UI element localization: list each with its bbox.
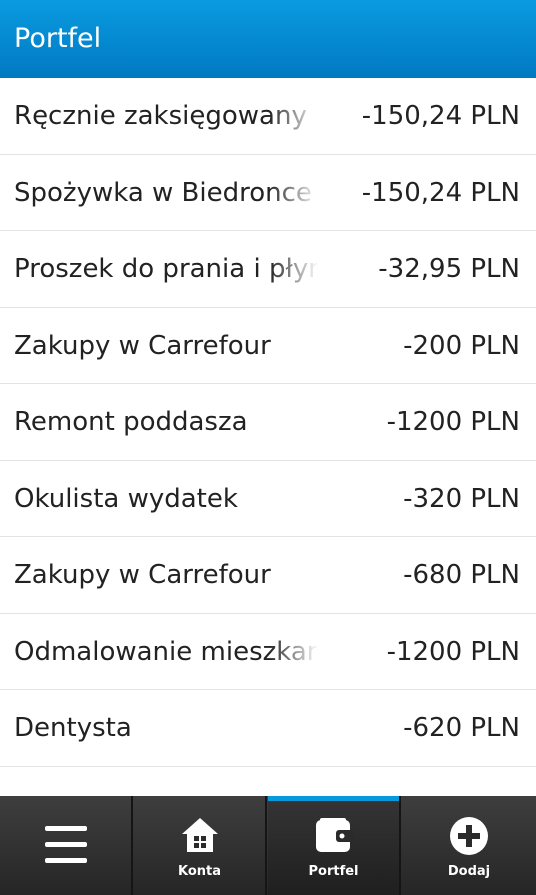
list-item[interactable]: Zakupy w Carrefour -200 PLN <box>0 307 536 384</box>
transaction-name: Zakupy w Carrefour <box>14 560 271 590</box>
transaction-amount: -1200 PLN <box>386 407 520 437</box>
tab-label: Dodaj <box>447 864 491 879</box>
transaction-amount: -1200 PLN <box>386 636 520 667</box>
list-item[interactable]: Proszek do prania i płyn -32,95 PLN <box>0 231 536 308</box>
tab-portfel[interactable]: Portfel <box>268 796 401 895</box>
transaction-amount: -150,24 PLN <box>361 177 520 208</box>
transaction-amount: -620 PLN <box>403 713 520 743</box>
menu-icon <box>44 826 87 868</box>
transaction-name: Okulista wydatek <box>14 483 238 514</box>
add-circle-icon <box>449 816 489 860</box>
wallet-icon <box>314 816 354 858</box>
transaction-name: Remont poddasza <box>14 407 248 437</box>
tab-label: Portfel <box>308 864 359 879</box>
home-icon <box>180 816 220 858</box>
page-title: Portfel <box>14 23 102 54</box>
title-bar: Portfel <box>0 0 536 78</box>
list-item[interactable]: Ręcznie zaksięgowany wydatek -150,24 PLN <box>0 78 536 155</box>
list-item[interactable]: Zakupy w Carrefour -680 PLN <box>0 537 536 614</box>
transaction-list[interactable]: Ręcznie zaksięgowany wydatek -150,24 PLN… <box>0 78 536 767</box>
bottom-action-bar: Konta Portfel Dodaj <box>0 796 536 895</box>
list-item[interactable]: Spożywka w Biedronce -150,24 PLN <box>0 154 536 231</box>
transaction-amount: -320 PLN <box>403 483 520 514</box>
transaction-name: Proszek do prania i płyn <box>14 254 318 284</box>
list-item[interactable]: Remont poddasza -1200 PLN <box>0 384 536 461</box>
tab-label: Konta <box>177 864 222 879</box>
tab-konta[interactable]: Konta <box>134 796 267 895</box>
transaction-amount: -680 PLN <box>403 560 520 590</box>
transaction-name: Odmalowanie mieszkania <box>14 636 318 667</box>
tab-dodaj[interactable]: Dodaj <box>402 796 536 895</box>
transaction-name: Zakupy w Carrefour <box>14 330 271 361</box>
transaction-name: Spożywka w Biedronce <box>14 177 312 208</box>
active-tab-indicator <box>268 796 399 801</box>
transaction-amount: -32,95 PLN <box>378 254 520 284</box>
transaction-amount: -150,24 PLN <box>361 101 520 131</box>
transaction-name: Ręcznie zaksięgowany wydatek <box>14 101 318 131</box>
transaction-amount: -200 PLN <box>403 330 520 361</box>
transaction-name: Dentysta <box>14 713 132 743</box>
list-item[interactable]: Odmalowanie mieszkania -1200 PLN <box>0 613 536 690</box>
list-item[interactable]: Dentysta -620 PLN <box>0 690 536 767</box>
menu-button[interactable] <box>0 796 133 895</box>
list-item[interactable]: Okulista wydatek -320 PLN <box>0 460 536 537</box>
